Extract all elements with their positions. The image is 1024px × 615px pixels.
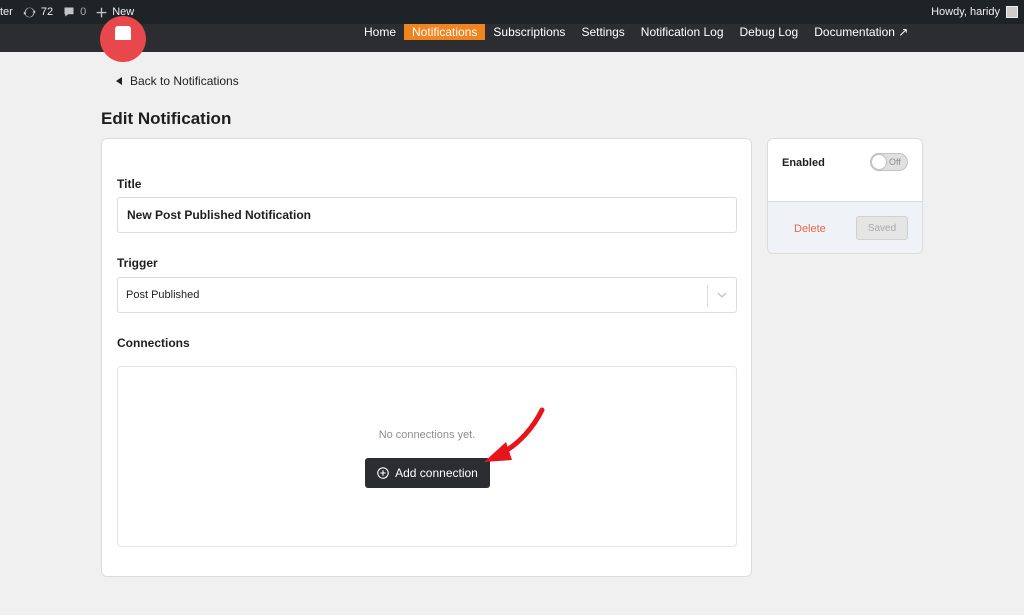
admin-bar: ter 72 0 New Howdy, haridy — [0, 0, 1024, 24]
nav-home[interactable]: Home — [356, 24, 404, 40]
trigger-selected-value: Post Published — [126, 289, 200, 301]
enabled-label: Enabled — [782, 157, 825, 169]
chevron-down-icon — [717, 292, 727, 298]
caret-left-icon — [116, 77, 122, 85]
annotation-arrow-icon — [484, 407, 545, 462]
comments-count: 0 — [80, 6, 87, 18]
updates-link[interactable]: 72 — [18, 0, 58, 24]
updates-count: 72 — [40, 6, 54, 18]
plugin-logo — [100, 16, 146, 62]
plugin-header: Home Notifications Subscriptions Setting… — [0, 16, 1024, 62]
comments-link[interactable]: 0 — [58, 0, 91, 24]
back-link-label: Back to Notifications — [130, 74, 239, 88]
status-panel-top: Enabled Off — [768, 139, 922, 201]
delete-button[interactable]: Delete — [794, 223, 826, 235]
enabled-toggle[interactable]: Off — [870, 153, 908, 171]
updates-icon — [23, 7, 36, 17]
toggle-knob — [872, 155, 886, 169]
title-input[interactable] — [117, 197, 737, 233]
plugin-nav: Home Notifications Subscriptions Setting… — [356, 24, 916, 40]
my-account[interactable]: Howdy, haridy — [931, 0, 1018, 24]
page-title: Edit Notification — [101, 109, 232, 128]
empty-connections-text: No connections yet. — [378, 429, 476, 441]
plus-icon — [96, 7, 107, 17]
nav-settings[interactable]: Settings — [573, 24, 632, 40]
toggle-state-text: Off — [889, 157, 901, 167]
nav-documentation[interactable]: Documentation ↗ — [806, 24, 916, 40]
notification-form-card: Title Trigger Post Published Connections… — [101, 138, 752, 577]
trigger-select[interactable]: Post Published — [117, 277, 737, 313]
trigger-label: Trigger — [117, 256, 158, 270]
connections-label: Connections — [117, 336, 190, 350]
nav-debug-log[interactable]: Debug Log — [732, 24, 807, 40]
add-connection-label: Add connection — [395, 466, 478, 480]
nav-notification-log[interactable]: Notification Log — [633, 24, 732, 40]
connections-box: No connections yet. Add connection — [117, 366, 737, 547]
select-separator — [707, 285, 708, 307]
avatar — [1006, 6, 1018, 18]
howdy-text: Howdy, haridy — [931, 6, 1000, 18]
bell-icon — [115, 26, 131, 40]
status-panel-actions: Delete Saved — [768, 201, 922, 253]
nav-notifications[interactable]: Notifications — [404, 24, 486, 40]
title-label: Title — [117, 177, 142, 191]
status-panel: Enabled Off Delete Saved — [767, 138, 923, 254]
plus-circle-icon — [377, 467, 389, 479]
back-link[interactable]: Back to Notifications — [116, 74, 239, 88]
saved-button[interactable]: Saved — [856, 216, 908, 240]
site-name-link[interactable]: ter — [0, 0, 18, 24]
comment-icon — [64, 7, 74, 17]
nav-subscriptions[interactable]: Subscriptions — [485, 24, 573, 40]
add-connection-button[interactable]: Add connection — [365, 458, 490, 488]
